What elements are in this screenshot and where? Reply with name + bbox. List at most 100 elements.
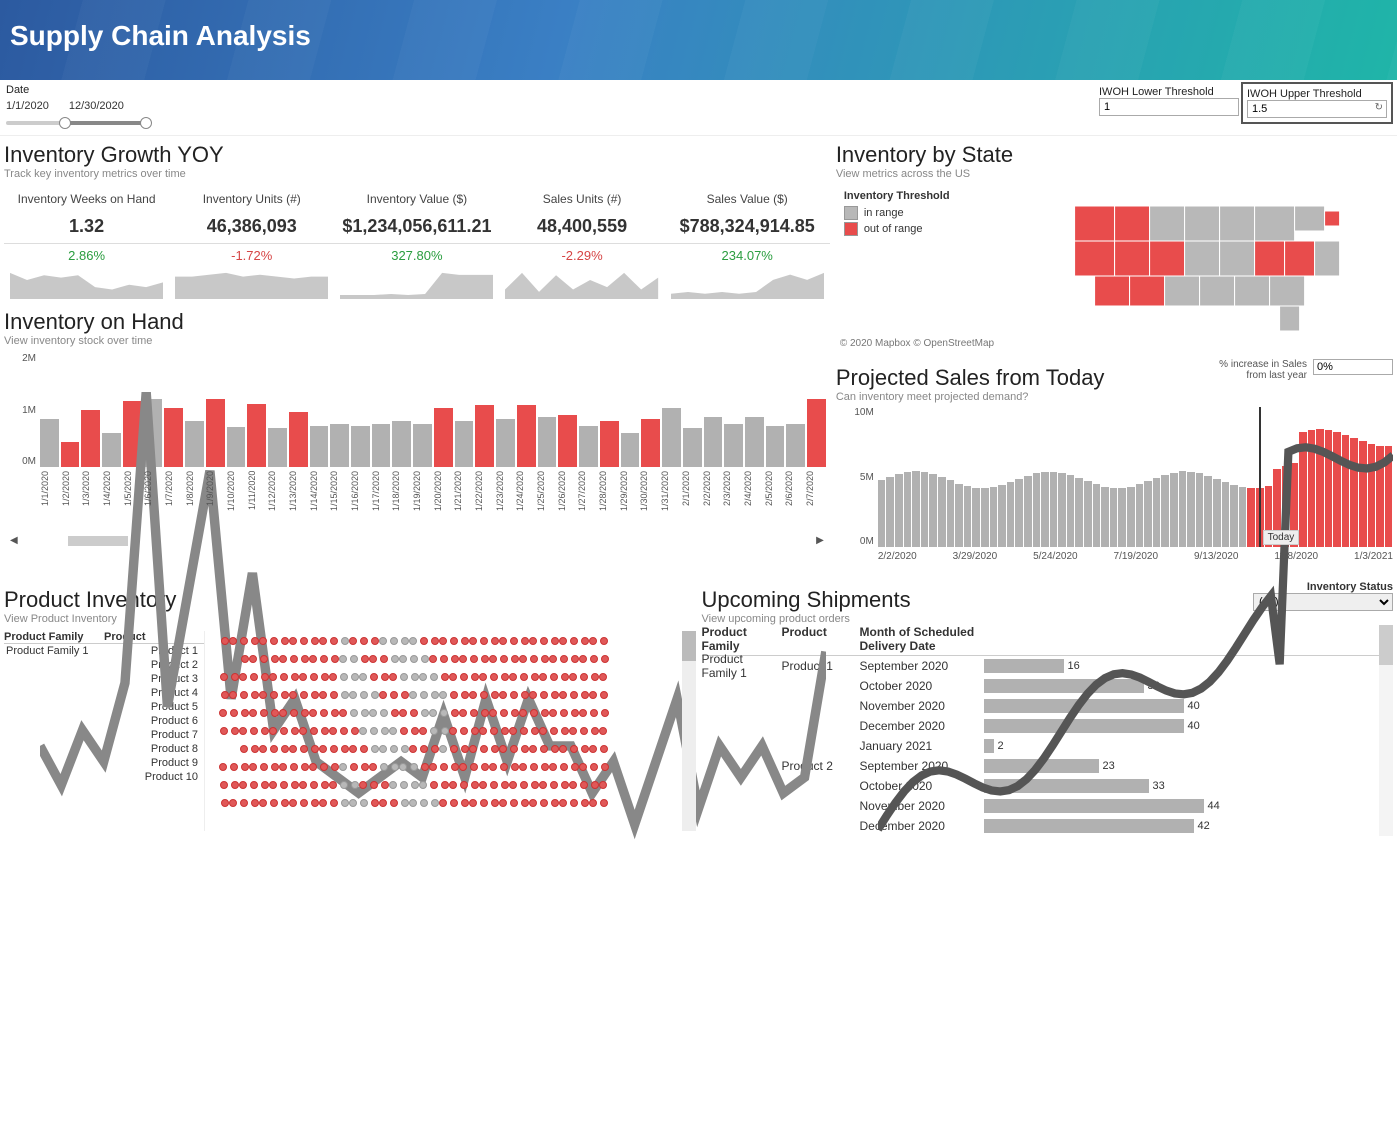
us-map[interactable] — [1036, 186, 1393, 336]
proj-bar[interactable] — [904, 472, 912, 547]
proj-bar[interactable] — [1333, 432, 1341, 547]
proj-bar[interactable] — [1127, 487, 1135, 547]
proj-bar[interactable] — [1368, 444, 1376, 547]
proj-bar[interactable] — [1385, 446, 1393, 547]
dot-row[interactable] — [205, 631, 682, 649]
ioh-bar[interactable] — [517, 405, 536, 467]
proj-bar[interactable] — [1359, 441, 1367, 547]
ioh-bar[interactable] — [61, 442, 80, 467]
ship-bar[interactable] — [984, 719, 1184, 733]
proj-bar[interactable] — [921, 472, 929, 547]
dot-row[interactable] — [205, 721, 682, 739]
ioh-bar[interactable] — [247, 404, 266, 467]
proj-bar[interactable] — [1075, 478, 1083, 547]
proj-bar[interactable] — [1350, 438, 1358, 547]
proj-bar[interactable] — [1118, 488, 1126, 547]
proj-bar[interactable] — [878, 480, 886, 547]
dot-row[interactable] — [205, 793, 682, 811]
proj-bar[interactable] — [1299, 432, 1307, 547]
ioh-bar[interactable] — [621, 433, 640, 467]
proj-bar[interactable] — [1058, 473, 1066, 547]
proj-bar[interactable] — [998, 485, 1006, 547]
proj-bar[interactable] — [895, 474, 903, 547]
ioh-bar[interactable] — [413, 424, 432, 467]
ioh-bar[interactable] — [579, 426, 598, 467]
proj-bar[interactable] — [1093, 484, 1101, 547]
proj-bar[interactable] — [1007, 482, 1015, 547]
ioh-bar[interactable] — [704, 417, 723, 467]
ioh-bar[interactable] — [600, 421, 619, 467]
ship-bar[interactable] — [984, 779, 1149, 793]
dot-row[interactable] — [205, 667, 682, 685]
ioh-bar[interactable] — [144, 399, 163, 467]
ioh-bar[interactable] — [164, 408, 183, 467]
refresh-icon[interactable]: ↻ — [1375, 102, 1383, 113]
proj-bar[interactable] — [1222, 482, 1230, 547]
proj-bar[interactable] — [947, 480, 955, 547]
ship-bar[interactable] — [984, 659, 1064, 673]
ioh-bar[interactable] — [641, 419, 660, 467]
ioh-bar[interactable] — [268, 428, 287, 467]
ship-bar[interactable] — [984, 739, 994, 753]
ship-bar[interactable] — [984, 819, 1194, 833]
dot-row[interactable] — [205, 685, 682, 703]
proj-bar[interactable] — [1204, 476, 1212, 547]
proj-bar[interactable] — [1196, 473, 1204, 547]
ioh-bar[interactable] — [289, 412, 308, 467]
ship-bar[interactable] — [984, 759, 1099, 773]
proj-bar[interactable] — [1308, 430, 1316, 547]
dot-row[interactable] — [205, 649, 682, 667]
proj-bar[interactable] — [981, 488, 989, 547]
proj-chart[interactable]: 10M5M0M Today 2/2/20203/29/20205/24/2020… — [836, 407, 1393, 577]
ship-scrollbar[interactable] — [1379, 625, 1393, 836]
proj-bar[interactable] — [955, 484, 963, 547]
ship-bar[interactable] — [984, 679, 1144, 693]
inventory-status-select[interactable]: (All) — [1253, 593, 1393, 611]
ioh-scrollbar[interactable]: ◀ ▶ — [4, 535, 830, 546]
dot-row[interactable] — [205, 703, 682, 721]
ioh-bar[interactable] — [330, 424, 349, 467]
proj-bar[interactable] — [1110, 488, 1118, 547]
proj-increase-input[interactable] — [1313, 359, 1393, 375]
proj-bar[interactable] — [1213, 479, 1221, 547]
proj-bar[interactable] — [1316, 429, 1324, 547]
ioh-bar[interactable] — [185, 421, 204, 467]
proj-bar[interactable] — [1144, 481, 1152, 547]
proj-bar[interactable] — [990, 487, 998, 547]
ioh-bar[interactable] — [81, 410, 100, 467]
ioh-bar[interactable] — [662, 408, 681, 467]
proj-bar[interactable] — [1024, 476, 1032, 547]
ioh-bar[interactable] — [538, 417, 557, 467]
ship-bar[interactable] — [984, 799, 1204, 813]
ioh-bar[interactable] — [786, 424, 805, 467]
ioh-bar[interactable] — [102, 433, 121, 467]
proj-bar[interactable] — [1325, 430, 1333, 547]
date-slider[interactable] — [6, 115, 146, 131]
proj-bar[interactable] — [1153, 478, 1161, 547]
proj-bar[interactable] — [1033, 473, 1041, 547]
scroll-right-icon[interactable]: ▶ — [810, 535, 830, 546]
ioh-bar[interactable] — [206, 399, 225, 467]
ioh-bar[interactable] — [807, 399, 826, 467]
ioh-bar[interactable] — [351, 426, 370, 467]
ioh-bar[interactable] — [455, 421, 474, 467]
proj-bar[interactable] — [964, 486, 972, 547]
proj-bar[interactable] — [1161, 475, 1169, 547]
proj-bar[interactable] — [886, 477, 894, 547]
ioh-bar[interactable] — [496, 419, 515, 467]
ioh-bar[interactable] — [372, 424, 391, 467]
proj-bar[interactable] — [912, 471, 920, 547]
proj-bar[interactable] — [1342, 435, 1350, 547]
proj-bar[interactable] — [1376, 446, 1384, 547]
ioh-bar[interactable] — [310, 426, 329, 467]
proj-bar[interactable] — [929, 474, 937, 547]
proj-bar[interactable] — [1170, 473, 1178, 547]
proj-bar[interactable] — [1239, 487, 1247, 547]
proj-bar[interactable] — [1067, 475, 1075, 547]
ioh-bar[interactable] — [558, 415, 577, 467]
dot-row[interactable] — [205, 757, 682, 775]
ioh-bar[interactable] — [392, 421, 411, 467]
proj-bar[interactable] — [938, 477, 946, 547]
ioh-bar[interactable] — [40, 419, 59, 467]
ioh-bar[interactable] — [123, 401, 142, 467]
